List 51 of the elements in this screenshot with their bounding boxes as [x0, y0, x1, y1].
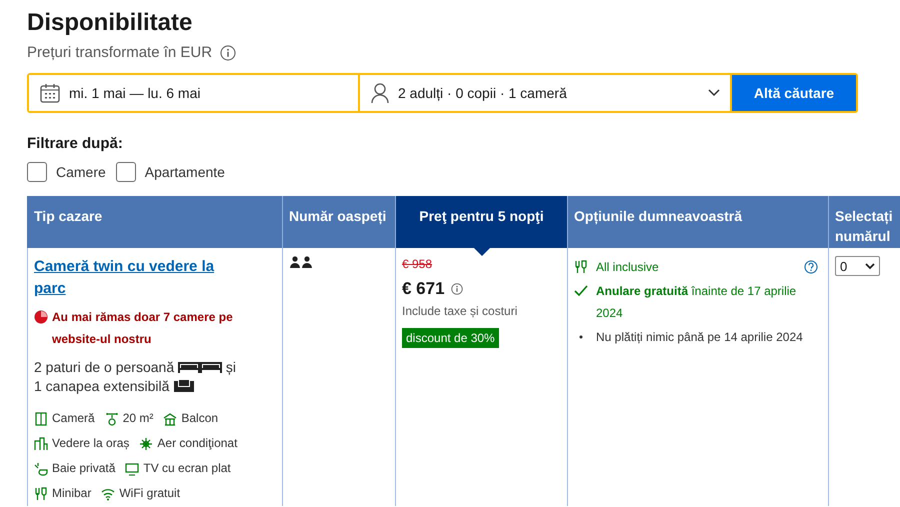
price-note: Include taxe și costuri	[402, 304, 518, 318]
facility-label: Aer condiţionat	[157, 435, 238, 452]
tv-icon	[125, 462, 140, 476]
facility-label: WiFi gratuit	[119, 485, 180, 502]
column-header: Selectați numărul	[829, 196, 900, 248]
beds-conjunction: și	[226, 359, 236, 375]
discount-badge: discount de 30%	[402, 328, 499, 348]
bed-icon	[200, 360, 222, 374]
option-text: Nu plătiți nimic până pe 14 aprilie 2024	[596, 329, 803, 346]
column-header: Tip cazare	[27, 196, 283, 248]
facility-label: 20 m²	[122, 410, 154, 427]
checkbox[interactable]	[116, 162, 136, 182]
quantity-select[interactable]: 0	[835, 256, 880, 276]
original-price: € 958	[402, 257, 432, 271]
checkbox-label[interactable]: Apartamente	[144, 164, 225, 180]
sofa-text: 1 canapea extensibilă	[34, 378, 170, 394]
chevron-down-icon	[865, 262, 875, 270]
facility-label: Minibar	[52, 485, 92, 502]
price: € 671	[402, 279, 445, 299]
snowflake-icon	[139, 436, 154, 450]
fork-glass-icon	[574, 260, 588, 274]
two-persons-icon	[289, 256, 313, 268]
facility-label: Baie privată	[52, 460, 116, 477]
help-icon[interactable]	[804, 260, 818, 274]
facility-label: TV cu ecran plat	[143, 460, 231, 477]
option-text: All inclusive	[596, 259, 660, 276]
sofa-icon	[173, 378, 196, 393]
facility-label: Vedere la oraș	[52, 435, 130, 452]
bed-icon	[178, 360, 200, 374]
checkbox-label[interactable]: Camere	[56, 164, 106, 180]
facility-label: Cameră	[52, 410, 95, 427]
door-icon	[34, 412, 48, 426]
page-title: Disponibilitate	[27, 8, 194, 38]
bottle-glass-icon	[34, 486, 48, 500]
facility-label: Balcon	[181, 410, 218, 427]
pointer-icon	[474, 248, 490, 256]
wifi-icon	[101, 486, 116, 500]
beds-text: 2 paturi de o persoană	[34, 359, 174, 375]
checkbox[interactable]	[27, 162, 47, 182]
info-icon[interactable]	[450, 283, 463, 295]
room-name-link[interactable]: Cameră twin cu vedere la parc	[34, 256, 234, 300]
scarcity-message: Au mai rămas doar 7 camere pe website-ul nostru	[52, 309, 234, 348]
currency-note: Prețuri transformate în EUR	[27, 44, 212, 61]
filter-heading: Filtrare după:	[27, 135, 123, 152]
info-icon[interactable]	[220, 44, 236, 60]
option-text: Anulare gratuită înainte de 17 aprilie 2024	[596, 283, 798, 322]
column-header: Opțiunile dumneavoastră	[568, 196, 829, 248]
check-icon	[574, 284, 588, 298]
building-icon	[34, 436, 48, 450]
column-header: Număr oaspeți	[283, 196, 396, 248]
balcony-icon	[163, 412, 178, 426]
